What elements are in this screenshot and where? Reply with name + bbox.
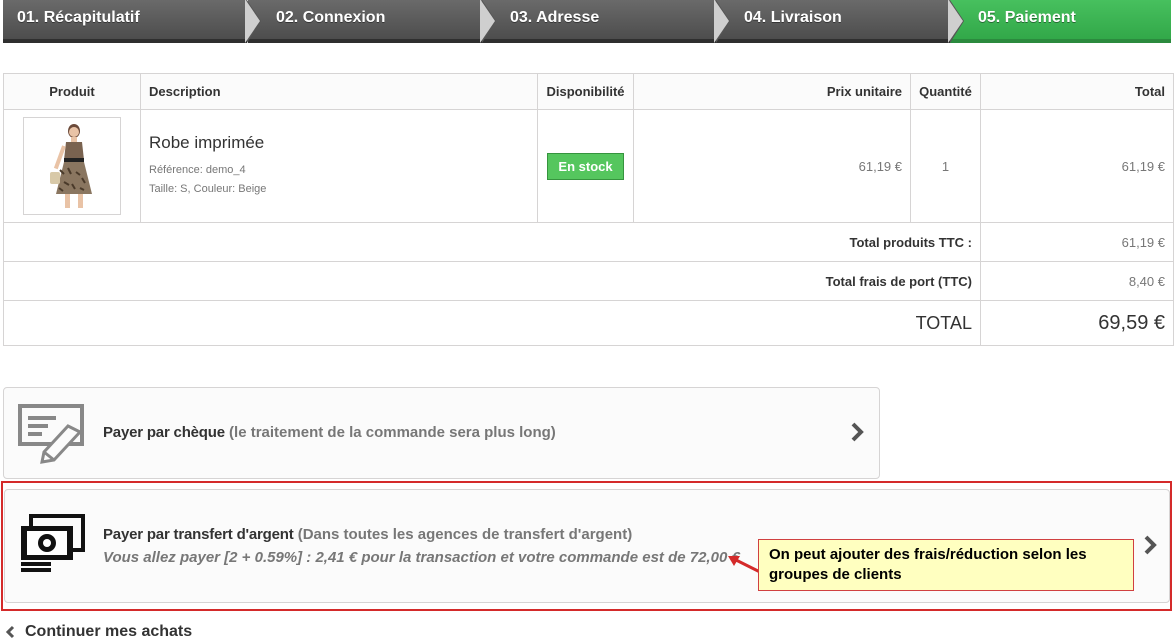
step-summary[interactable]: 01. Récapitulatif — [3, 0, 261, 43]
step-login[interactable]: 02. Connexion — [248, 0, 496, 43]
product-reference: Référence: demo_4 — [149, 164, 246, 176]
pay-by-cheque-option[interactable]: Payer par chèque (le traitement de la co… — [3, 387, 880, 479]
shipping-total-label: Total frais de port (TTC) — [3, 261, 981, 301]
step-label: 03. Adresse — [510, 9, 600, 26]
table-row: Robe imprimée Référence: demo_4 Taille: … — [3, 109, 1174, 223]
header-total: Total — [980, 73, 1174, 110]
summary-row-products: Total produits TTC : 61,19 € — [3, 222, 1174, 262]
annotation-callout: On peut ajouter des frais/réduction selo… — [758, 539, 1134, 591]
dress-thumbnail — [50, 124, 92, 208]
product-description-cell: Robe imprimée Référence: demo_4 Taille: … — [140, 109, 538, 223]
table-header-row: Produit Description Disponibilité Prix u… — [3, 73, 1174, 110]
product-attributes: Taille: S, Couleur: Beige — [149, 183, 267, 195]
product-image[interactable] — [23, 117, 121, 215]
quantity-cell: 1 — [910, 109, 981, 223]
step-payment[interactable]: 05. Paiement — [950, 0, 1171, 43]
step-label: 04. Livraison — [744, 9, 842, 26]
header-product: Produit — [3, 73, 141, 110]
header-unit-price: Prix unitaire — [633, 73, 911, 110]
grand-total-label: TOTAL — [3, 300, 981, 346]
header-description: Description — [140, 73, 538, 110]
chevron-left-icon — [5, 625, 15, 639]
products-total-value: 61,19 € — [980, 222, 1174, 262]
product-image-cell — [3, 109, 141, 223]
cheque-text: Payer par chèque (le traitement de la co… — [103, 424, 556, 441]
cheque-icon — [18, 404, 84, 464]
grand-total-value: 69,59 € — [980, 300, 1174, 346]
line-total-cell: 61,19 € — [980, 109, 1174, 223]
header-availability: Disponibilité — [537, 73, 634, 110]
unit-price-cell: 61,19 € — [633, 109, 911, 223]
continue-shopping-link[interactable]: Continuer mes achats — [5, 623, 192, 641]
step-label: 02. Connexion — [276, 9, 386, 26]
in-stock-badge: En stock — [547, 152, 624, 180]
annotation-arrow-icon — [728, 556, 761, 574]
products-total-label: Total produits TTC : — [3, 222, 981, 262]
cheque-subtitle: (le traitement de la commande sera plus … — [229, 424, 556, 441]
checkout-steps: 01. Récapitulatif 02. Connexion 03. Adre… — [3, 0, 1171, 43]
summary-row-shipping: Total frais de port (TTC) 8,40 € — [3, 261, 1174, 301]
cart-summary-table: Produit Description Disponibilité Prix u… — [3, 73, 1174, 346]
header-quantity: Quantité — [910, 73, 981, 110]
product-name[interactable]: Robe imprimée — [149, 133, 536, 153]
continue-shopping-label: Continuer mes achats — [25, 623, 193, 640]
step-label: 05. Paiement — [978, 9, 1076, 26]
step-label: 01. Récapitulatif — [17, 9, 140, 26]
step-address[interactable]: 03. Adresse — [482, 0, 730, 43]
chevron-right-icon — [851, 422, 864, 442]
step-shipping[interactable]: 04. Livraison — [716, 0, 964, 43]
cheque-title: Payer par chèque — [103, 424, 225, 441]
summary-row-grand-total: TOTAL 69,59 € — [3, 300, 1174, 346]
shipping-total-value: 8,40 € — [980, 261, 1174, 301]
availability-cell: En stock — [537, 109, 634, 223]
